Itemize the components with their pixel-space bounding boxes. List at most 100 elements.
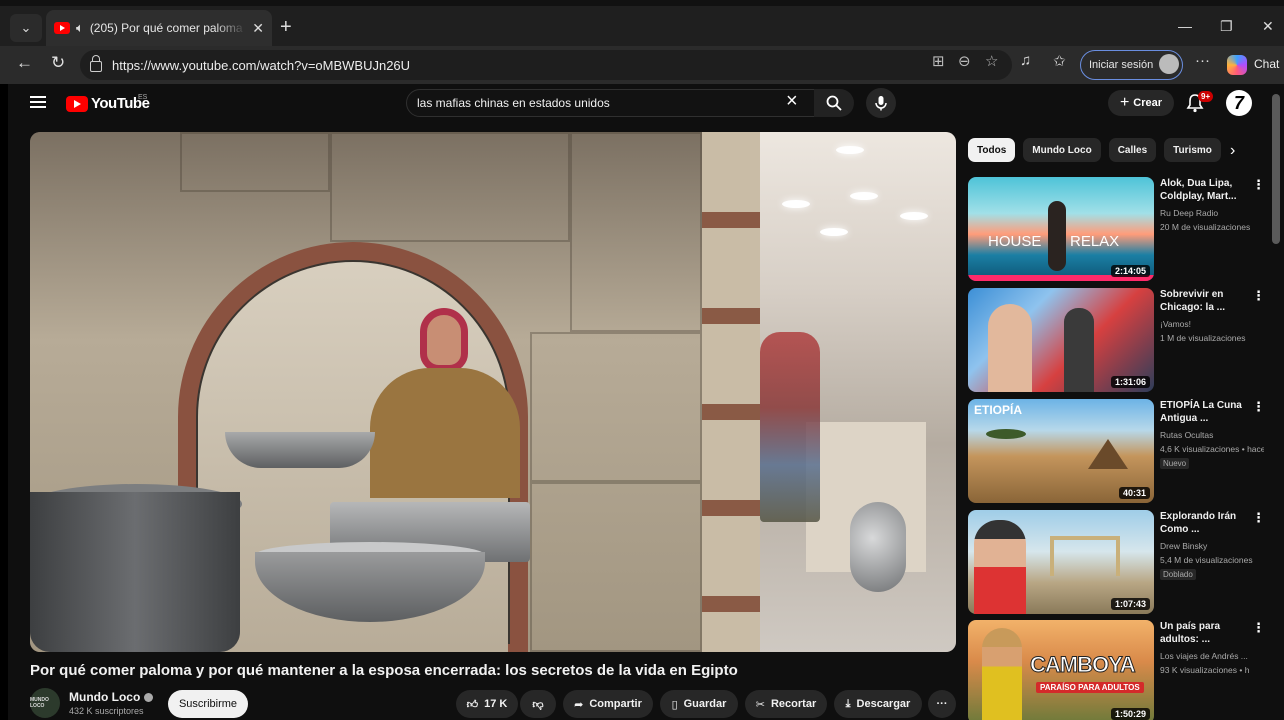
recommendation-title[interactable]: Alok, Dua Lipa, Coldplay, Mart... [1160, 177, 1252, 203]
more-vertical-icon[interactable]: ⋮ [1252, 177, 1265, 193]
refresh-icon[interactable]: ↻ [51, 53, 65, 73]
page-scrollbar[interactable] [1268, 84, 1284, 720]
speaker-icon[interactable]: 🔈︎ [76, 20, 84, 36]
profile-avatar-icon [1159, 54, 1179, 74]
chip-calles[interactable]: Calles [1108, 138, 1157, 162]
thumbnail-hut [1088, 439, 1128, 469]
clip-label: Recortar [770, 698, 817, 710]
video-thumbnail[interactable]: 1:07:43 [968, 510, 1154, 614]
youtube-page: YouTube ES las mafias chinas en estados … [8, 84, 1276, 720]
chip-todos[interactable]: Todos [968, 138, 1016, 162]
wall-stone [570, 132, 702, 332]
channel-name: Mundo Loco [69, 690, 141, 704]
signin-button[interactable]: Iniciar sesión [1080, 50, 1183, 80]
like-count: 17 K [484, 698, 508, 710]
video-thumbnail[interactable]: HOUSE RELAX 2:14:05 [968, 177, 1154, 281]
browser-tab-bar: ⌄ 🔈︎ (205) Por qué comer paloma y por qu… [0, 0, 1284, 46]
subscribe-button[interactable]: Suscribirme [168, 690, 248, 718]
recommendation-views: 4,6 K visualizaciones • hace [1160, 444, 1264, 454]
worker-figure [760, 332, 820, 522]
copilot-icon[interactable] [1227, 55, 1247, 75]
more-vertical-icon[interactable]: ⋮ [1252, 620, 1265, 636]
zoom-icon[interactable]: ⊖ [958, 52, 971, 70]
channel-name-link[interactable]: Mundo Loco [69, 690, 154, 704]
subscriber-count: 432 K suscriptores [69, 706, 144, 716]
youtube-logo-icon [66, 95, 88, 112]
search-query: las mafias chinas en estados unidos [417, 96, 610, 110]
new-tab-icon[interactable]: + [280, 16, 292, 39]
tab-list-button[interactable]: ⌄ [10, 14, 42, 42]
thumbnail-gate [1050, 536, 1120, 576]
recommendation-views: 1 M de visualizaciones [1160, 333, 1246, 343]
wall-stone [530, 482, 702, 652]
close-window-icon[interactable]: ✕ [1262, 18, 1274, 35]
recommendation-channel[interactable]: Drew Binsky [1160, 541, 1207, 551]
clear-search-icon[interactable]: × [786, 90, 798, 113]
metal-jar [850, 502, 906, 592]
search-button[interactable] [814, 89, 854, 117]
signin-label: Iniciar sesión [1089, 59, 1154, 71]
recommendation-title[interactable]: Explorando Irán Como ... [1160, 510, 1252, 536]
minimize-icon[interactable]: — [1178, 18, 1192, 34]
app-available-icon[interactable]: ⊞ [932, 52, 945, 70]
video-thumbnail[interactable]: ETIOPÍA 40:31 [968, 399, 1154, 503]
more-horizontal-icon: ··· [936, 698, 948, 710]
verified-icon [144, 692, 154, 702]
recommendation-item[interactable]: HOUSE RELAX 2:14:05 Alok, Dua Lipa, Cold… [968, 177, 1268, 281]
recommendation-channel[interactable]: ¡Vamos! [1160, 319, 1191, 329]
download-button[interactable]: ⤓ Descargar [834, 690, 922, 718]
hamburger-menu-icon[interactable] [30, 96, 46, 108]
chat-button[interactable]: Chat [1254, 57, 1279, 71]
more-vertical-icon[interactable]: ⋮ [1252, 510, 1265, 526]
recommendation-title[interactable]: Sobrevivir en Chicago: la ... [1160, 288, 1252, 314]
favorite-star-icon[interactable]: ☆ [985, 52, 998, 70]
favorites-icon[interactable]: ✩ [1053, 52, 1066, 70]
clip-button[interactable]: ✂ Recortar [745, 690, 827, 718]
channel-avatar[interactable]: MUNDO LOCO [30, 688, 60, 718]
recommendation-title[interactable]: ETIOPÍA La Cuna Antigua ... [1160, 399, 1252, 425]
media-control-icon[interactable]: ♫ [1020, 52, 1031, 69]
recommendation-channel[interactable]: Ru Deep Radio [1160, 208, 1218, 218]
recommendation-channel[interactable]: Rutas Ocultas [1160, 430, 1213, 440]
recommendation-item[interactable]: 1:31:06 Sobrevivir en Chicago: la ... ¡V… [968, 288, 1268, 392]
recommendation-item[interactable]: CAMBOYA PARAÍSO PARA ADULTOS 1:50:29 Un … [968, 620, 1268, 720]
youtube-logo[interactable]: YouTube [66, 95, 150, 112]
dislike-button[interactable]: 👎︎ [520, 690, 556, 718]
url-text: https://www.youtube.com/watch?v=oMBWBUJn… [112, 57, 411, 73]
video-duration: 1:31:06 [1110, 376, 1150, 388]
recommendation-item[interactable]: 1:07:43 Explorando Irán Como ... Drew Bi… [968, 510, 1268, 614]
save-button[interactable]: ▯ Guardar [660, 690, 738, 718]
restore-icon[interactable]: ❐ [1220, 18, 1233, 35]
create-button[interactable]: + Crear [1108, 90, 1174, 116]
thumbnail-figure [982, 628, 1022, 720]
youtube-favicon-icon [54, 22, 70, 34]
chip-turismo[interactable]: Turismo [1164, 138, 1221, 162]
like-button[interactable]: 👍︎ 17 K [456, 690, 518, 718]
scrollbar-thumb[interactable] [1272, 94, 1280, 244]
more-vertical-icon[interactable]: ⋮ [1252, 399, 1265, 415]
recommendation-title[interactable]: Un país para adultos: ... [1160, 620, 1252, 646]
video-thumbnail[interactable]: 1:31:06 [968, 288, 1154, 392]
browser-tab[interactable]: 🔈︎ (205) Por qué comer paloma y por qué … [46, 10, 272, 46]
ceiling-light [850, 192, 878, 200]
chevron-right-icon[interactable]: › [1230, 142, 1235, 160]
back-icon[interactable]: ← [16, 53, 33, 73]
recommendation-channel[interactable]: Los viajes de Andrés ... [1160, 651, 1248, 661]
thumbnail-subtext: PARAÍSO PARA ADULTOS [1036, 682, 1144, 693]
share-button[interactable]: ➦ Compartir [563, 690, 653, 718]
user-avatar[interactable]: 7 [1226, 90, 1252, 116]
chip-mundo-loco[interactable]: Mundo Loco [1023, 138, 1101, 162]
video-duration: 1:50:29 [1110, 708, 1150, 720]
more-options-icon[interactable]: ··· [1195, 52, 1210, 69]
url-field[interactable]: https://www.youtube.com/watch?v=oMBWBUJn… [80, 50, 1012, 80]
voice-search-button[interactable] [866, 88, 896, 118]
wall-stone [530, 332, 702, 482]
close-tab-icon[interactable]: ✕ [252, 20, 264, 37]
more-actions-button[interactable]: ··· [928, 690, 956, 718]
video-thumbnail[interactable]: CAMBOYA PARAÍSO PARA ADULTOS 1:50:29 [968, 620, 1154, 720]
video-player[interactable] [30, 132, 956, 652]
search-input[interactable]: las mafias chinas en estados unidos [406, 89, 818, 117]
recommendation-item[interactable]: ETIOPÍA 40:31 ETIOPÍA La Cuna Antigua ..… [968, 399, 1268, 503]
more-vertical-icon[interactable]: ⋮ [1252, 288, 1265, 304]
ceiling-light [820, 228, 848, 236]
